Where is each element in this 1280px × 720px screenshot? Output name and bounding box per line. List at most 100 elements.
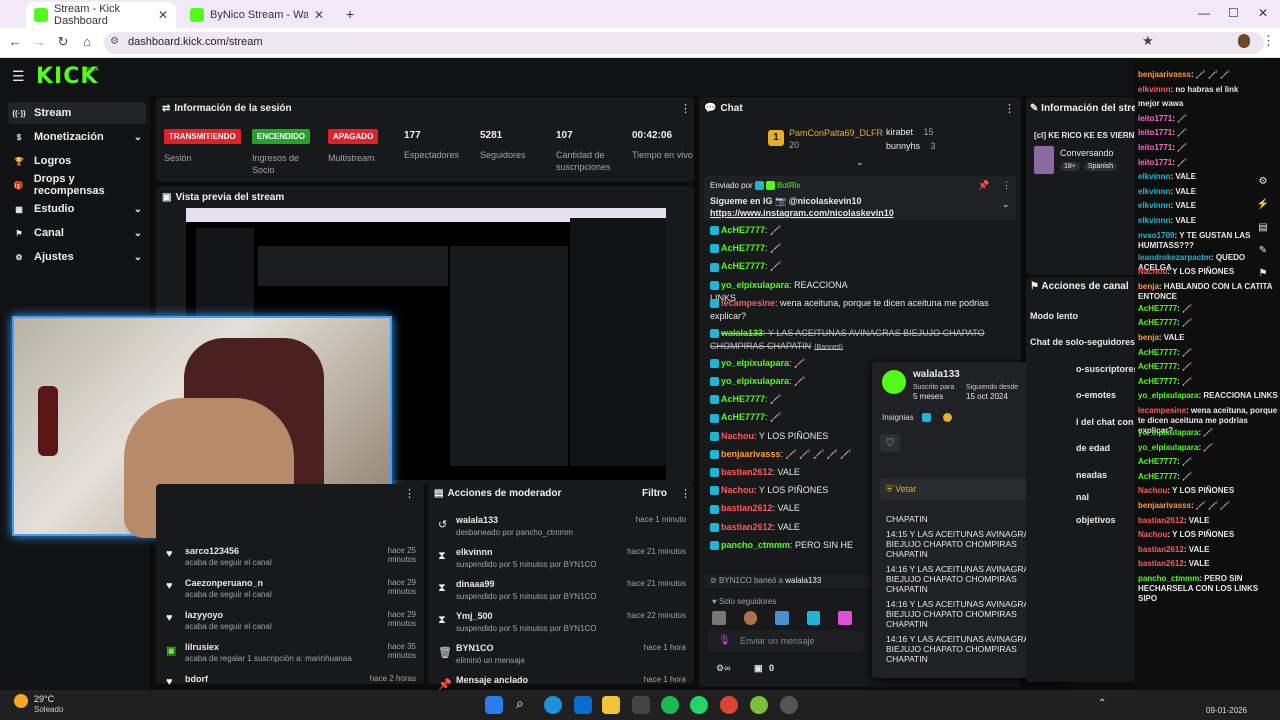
browser-tab-bynico-stream[interactable]: ByNico Stream - Watch Live on ✕ [182, 2, 332, 28]
chat-message[interactable]: benjaarivasss: 🦯 🦯 🦯 🦯 🦯 [710, 448, 870, 461]
search-icon[interactable]: ⌕ [516, 695, 524, 712]
expand-gifters-icon[interactable]: ⌄ [856, 157, 864, 168]
sidebar-item-estudio[interactable]: ▦ Estudio ⌄ [8, 198, 146, 220]
chat-username[interactable]: bastian2612 [721, 522, 773, 532]
gifter-3[interactable]: bunnyhs 3 [886, 141, 936, 151]
chat-username[interactable]: AcHE7777 [721, 412, 765, 422]
chrome-icon[interactable] [720, 696, 738, 714]
gifter-2[interactable]: kirabet 15 [886, 127, 934, 137]
reload-icon[interactable]: ↻ [54, 34, 72, 50]
channel-action-item[interactable]: Chat de solo-seguidores [1030, 337, 1135, 347]
forward-icon[interactable]: → [30, 34, 48, 49]
start-menu-icon[interactable] [485, 696, 503, 714]
chat-message[interactable]: Nachou: Y LOS PIÑONES [710, 430, 870, 443]
chat-message[interactable]: bastian2612: VALE [710, 502, 870, 515]
whatsapp-icon[interactable] [690, 696, 708, 714]
filter-button[interactable]: Filtro [642, 488, 667, 499]
sidebar-item-drops-y-recompensas[interactable]: 🎁 Drops y recompensas [8, 173, 146, 197]
chat-message[interactable]: yo_elpixulapara: 🦯 [710, 375, 870, 388]
chat-username[interactable]: Nachou [721, 431, 754, 441]
channel-action-item[interactable]: nal [1076, 492, 1089, 502]
chat-username[interactable]: benjaarivasss [721, 449, 781, 459]
tray-chevron-icon[interactable]: ⌃ [1098, 698, 1106, 709]
activity-user[interactable]: lilrusiex [185, 642, 219, 652]
unpin-icon[interactable]: 📌 [978, 180, 989, 191]
activity-user[interactable]: sarco123456 [185, 546, 239, 556]
tool-icon[interactable]: ⚙ [1259, 176, 1268, 187]
spotify-icon[interactable] [661, 696, 679, 714]
new-tab-icon[interactable]: + [346, 6, 354, 22]
pinned-menu-icon[interactable]: ⋮ [1002, 180, 1011, 191]
chat-username[interactable]: bastian2612 [721, 467, 773, 477]
chat-username[interactable]: yo_elpixulapara [721, 280, 789, 290]
obs-icon[interactable] [780, 696, 798, 714]
chat-username[interactable]: AcHE7777 [721, 261, 765, 271]
maximize-icon[interactable]: ☐ [1228, 6, 1239, 20]
sidebar-item-monetizaci-n[interactable]: $ Monetización ⌄ [8, 126, 146, 148]
browser-tab-kick-dashboard[interactable]: Stream - Kick Dashboard ✕ [26, 2, 176, 28]
activity-user[interactable]: Caezonperuano_n [185, 578, 263, 588]
store-icon[interactable] [574, 696, 592, 714]
mod-action-user[interactable]: BYN1CO [456, 643, 494, 653]
close-tab-icon[interactable]: ✕ [158, 8, 168, 22]
chat-message[interactable]: lecampesine: wena aceituna, porque te di… [710, 297, 1000, 323]
modactions-menu-icon[interactable]: ⋮ [680, 487, 691, 500]
channel-action-item[interactable]: objetivos [1076, 515, 1116, 525]
mod-action-user[interactable]: walala133 [456, 515, 498, 525]
chat-username[interactable]: AcHE7777 [721, 243, 765, 253]
mod-action-user[interactable]: dinaaa99 [456, 579, 495, 589]
tool-icon[interactable]: ⚑ [1259, 268, 1268, 279]
close-tab-icon[interactable]: ✕ [314, 8, 324, 22]
channel-action-item[interactable]: o-emotes [1076, 390, 1116, 400]
chat-username[interactable]: pancho_ctmmm [721, 540, 790, 550]
pinned-expand-icon[interactable]: ⌄ [1002, 199, 1010, 210]
session-menu-icon[interactable]: ⋮ [680, 102, 691, 115]
edge-icon[interactable] [544, 696, 562, 714]
address-bar[interactable] [104, 32, 1264, 54]
channel-action-item[interactable]: de edad [1076, 443, 1110, 453]
mod-action-user[interactable]: Ymj_500 [456, 611, 493, 621]
emote-quick-bar[interactable] [712, 611, 852, 625]
file-explorer-icon[interactable] [602, 696, 620, 714]
chat-message[interactable]: pancho_ctmmm: PERO SIN HE [710, 539, 870, 552]
chat-message[interactable]: AcHE7777: 🦯 [710, 224, 870, 237]
chat-menu-icon[interactable]: ⋮ [1004, 102, 1015, 115]
pinned-link[interactable]: https://www.instagram.com/nicolaskevin10 [710, 208, 894, 218]
channel-action-item[interactable]: Modo lento [1030, 311, 1078, 321]
chat-message[interactable]: bastian2612: VALE [710, 521, 870, 534]
bookmark-star-icon[interactable]: ★ [1142, 33, 1154, 49]
back-icon[interactable]: ← [6, 34, 24, 49]
chat-username[interactable]: walala133 [721, 328, 763, 338]
chat-message[interactable]: walala133: Y LAS ACEITUNAS AVINAGRAS BIE… [710, 327, 1000, 354]
channel-action-item[interactable]: neadas [1076, 470, 1107, 480]
tool-icon[interactable]: ▤ [1258, 222, 1267, 233]
mod-action-user[interactable]: Mensaje anclado [456, 675, 528, 685]
activity-user[interactable]: lazyyoyo [185, 610, 223, 620]
chat-message[interactable]: bastian2612: VALE [710, 466, 870, 479]
window-close-icon[interactable]: ✕ [1258, 6, 1268, 20]
chat-settings-icon[interactable]: ⚙∞ [716, 663, 730, 674]
chat-username[interactable]: AcHE7777 [721, 394, 765, 404]
mod-action-user[interactable]: elkvinnn [456, 547, 493, 557]
activity-user[interactable]: bdorf [185, 674, 208, 684]
app-icon[interactable] [632, 696, 650, 714]
hamburger-menu-icon[interactable]: ☰ [12, 68, 25, 85]
sidebar-item-canal[interactable]: ⚑ Canal ⌄ [8, 222, 146, 244]
xbox-icon[interactable] [750, 696, 768, 714]
chat-username[interactable]: bastian2612 [721, 503, 773, 513]
chat-message[interactable]: AcHE7777: 🦯 [710, 411, 870, 424]
channel-action-item[interactable]: o-suscriptores [1076, 364, 1139, 374]
site-info-icon[interactable]: ⚙ [110, 36, 119, 47]
top-gifter-name[interactable]: PamConPalta69_DLFR [789, 128, 883, 138]
chat-message[interactable]: Nachou: Y LOS PIÑONES [710, 484, 870, 497]
chat-message[interactable]: AcHE7777: 🦯 [710, 260, 870, 273]
chat-message[interactable]: yo_elpixulapara: 🦯 [710, 357, 870, 370]
follow-heart-button[interactable]: ♡ [880, 434, 900, 452]
sidebar-item-ajustes[interactable]: ⚙ Ajustes ⌄ [8, 246, 146, 268]
chat-username[interactable]: AcHE7777 [721, 225, 765, 235]
chat-username[interactable]: yo_elpixulapara [721, 358, 789, 368]
profile-avatar[interactable] [1238, 34, 1250, 48]
weather-sun-icon[interactable] [14, 694, 28, 708]
user-card-name[interactable]: walala133 [913, 369, 960, 380]
home-icon[interactable]: ⌂ [78, 34, 96, 49]
